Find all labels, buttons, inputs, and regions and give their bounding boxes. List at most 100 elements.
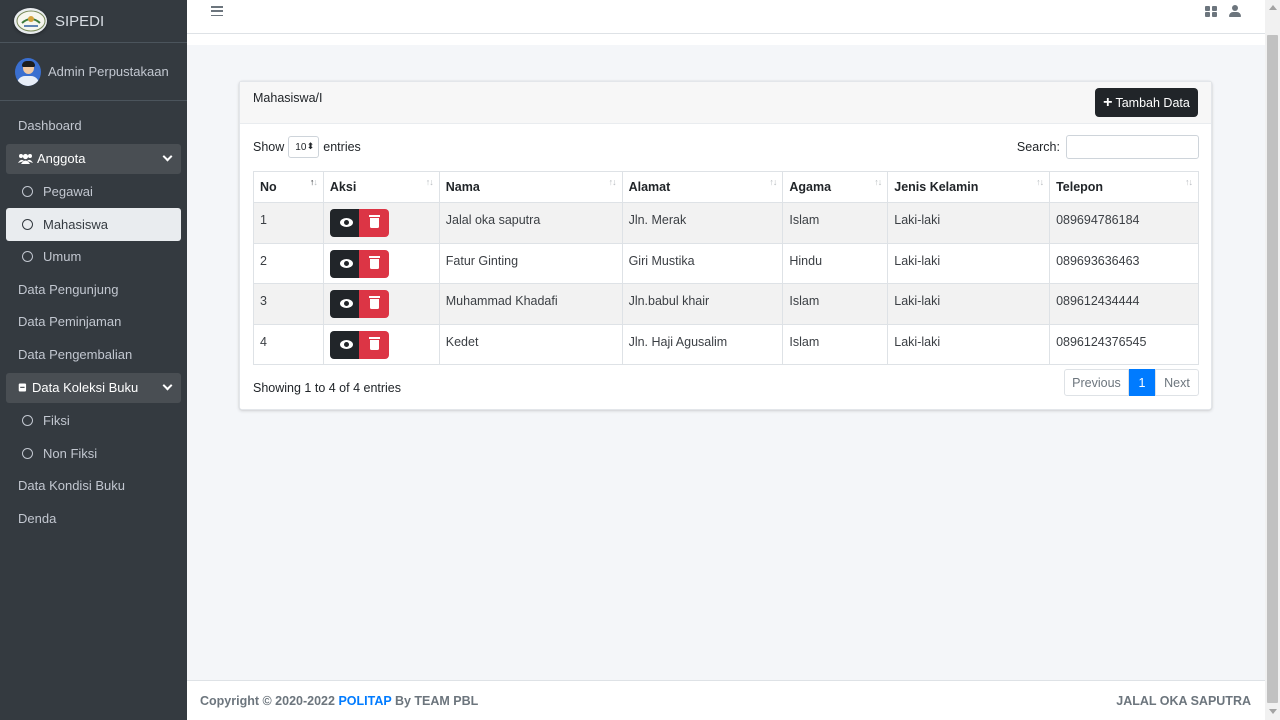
cell-telepon: 089694786184 [1049,202,1199,244]
user-panel[interactable]: Admin Perpustakaan [0,43,187,101]
view-button[interactable] [329,249,363,278]
sort-icon: ↑↓ [309,177,318,187]
circle-icon [22,186,33,198]
sort-icon: ↑↓ [1185,177,1193,187]
mahasiswa-card: Mahasiswa/I + Tambah Data Show 10 entrie… [239,81,1212,410]
cell-aksi [322,202,440,244]
sidebar-item-anggota[interactable]: Anggota [6,143,181,174]
users-icon [18,153,33,164]
brand-name: SIPEDI [55,12,105,30]
sidebar-item-data-peminjaman[interactable]: Data Peminjaman [6,306,181,339]
cell-telepon: 089612434444 [1049,283,1199,325]
entries-select[interactable]: 10 [288,136,320,158]
search-input[interactable] [1066,135,1199,159]
card-header: Mahasiswa/I + Tambah Data [240,82,1211,124]
cell-nama: Muhammad Khadafi [438,283,623,325]
sidebar-item-label: Data Kondisi Buku [18,478,125,494]
cell-aksi [322,283,440,325]
cell-jenis-kelamin: Laki-laki [887,202,1051,244]
sidebar-item-data-kondisi-buku[interactable]: Data Kondisi Buku [6,470,181,503]
cell-no: 4 [253,323,324,365]
col-header-no[interactable]: No ↑↓ [253,171,324,203]
sidebar-item-label: Pegawai [43,184,93,200]
footer: Copyright © 2020-2022 POLITAP By TEAM PB… [187,680,1265,720]
scroll-down-icon[interactable] [1269,709,1277,714]
sidebar-item-label: Data Koleksi Buku [32,380,139,395]
next-button[interactable]: Next [1155,369,1199,396]
by-text: By TEAM PBL [394,694,479,708]
cell-alamat: Jln. Merak [621,202,784,244]
topbar-spacer [187,34,1265,45]
col-header-agama[interactable]: Agama ↑↓ [782,171,889,203]
cell-jenis-kelamin: Laki-laki [887,323,1051,365]
page-1-button[interactable]: 1 [1129,369,1155,396]
sidebar-item-denda[interactable]: Denda [6,502,181,535]
sidebar-item-mahasiswa[interactable]: Mahasiswa [6,208,181,241]
col-header-nama[interactable]: Nama ↑↓ [438,171,623,203]
circle-icon [22,447,33,459]
col-header-telepon[interactable]: Telepon ↑↓ [1049,171,1199,203]
eye-icon [339,258,353,268]
sidebar-item-non-fiksi[interactable]: Non Fiksi [6,437,181,470]
col-header-jenis-kelamin[interactable]: Jenis Kelamin ↑↓ [887,171,1051,203]
sidebar-item-dashboard[interactable]: Dashboard [6,109,181,142]
sidebar-item-umum[interactable]: Umum [6,241,181,274]
delete-button[interactable] [358,209,389,237]
circle-icon [22,251,33,263]
view-button[interactable] [329,209,363,237]
delete-button[interactable] [358,330,389,359]
tambah-data-label: Tambah Data [1115,95,1190,110]
sidebar-item-fiksi[interactable]: Fiksi [6,405,181,438]
table-row: 2 Fatur Ginting Giri Mustika Hindu Laki-… [253,242,1199,284]
sidebar-item-label: Fiksi [43,413,70,429]
table-row: 3 Muhammad Khadafi Jln.babul khair Islam… [253,283,1199,325]
copyright: Copyright © 2020-2022 POLITAP By TEAM PB… [200,694,478,708]
sidebar-item-label: Mahasiswa [43,216,109,232]
delete-button[interactable] [358,249,389,278]
view-button[interactable] [329,290,363,318]
cell-no: 3 [253,283,324,325]
sidebar-item-label: Umum [43,249,82,265]
col-header-aksi[interactable]: Aksi ↑↓ [322,171,440,203]
col-header-alamat[interactable]: Alamat ↑↓ [621,171,784,203]
trash-icon [368,215,380,228]
page-scrollbar[interactable] [1265,0,1280,720]
view-button[interactable] [329,330,363,359]
sort-icon: ↑↓ [608,177,617,187]
chevron-down-icon [162,380,173,390]
sort-icon: ↑↓ [769,177,777,187]
menu-toggle-icon[interactable] [211,6,223,17]
previous-button[interactable]: Previous [1064,369,1129,396]
cell-no: 2 [253,242,324,284]
sidebar-item-label: Data Peminjaman [18,314,122,330]
brand-logo [14,8,47,34]
sidebar-item-label: Data Pengunjung [18,281,119,297]
sidebar-item-pegawai[interactable]: Pegawai [6,176,181,209]
grid-icon[interactable] [1205,6,1217,17]
cell-jenis-kelamin: Laki-laki [887,283,1051,325]
user-name: Admin Perpustakaan [48,64,169,79]
scroll-up-icon[interactable] [1269,5,1277,10]
cell-alamat: Jln.babul khair [621,283,784,325]
table-row: 4 Kedet Jln. Haji Agusalim Islam Laki-la… [253,323,1199,365]
plus-icon: + [1103,93,1113,111]
eye-icon [339,218,353,227]
brand-link[interactable]: SIPEDI [0,0,187,43]
cell-alamat: Giri Mustika [621,242,784,284]
cell-aksi [322,242,440,284]
cell-alamat: Jln. Haji Agusalim [621,323,784,365]
sidebar-item-data-pengembalian[interactable]: Data Pengembalian [6,338,181,371]
cell-nama: Fatur Ginting [438,242,623,284]
user-icon[interactable] [1229,5,1241,17]
tambah-data-button[interactable]: + Tambah Data [1095,88,1198,117]
politap-link[interactable]: POLITAP [338,694,391,708]
scroll-thumb[interactable] [1267,35,1278,703]
sidebar-item-data-pengunjung[interactable]: Data Pengunjung [6,273,181,306]
sidebar-nav: Dashboard Anggota Pegawai Mahasiswa Umum… [0,101,187,535]
entries-length: Show 10 entries [253,136,361,158]
card-title: Mahasiswa/I [253,91,323,105]
trash-icon [368,255,380,269]
sidebar-item-data-koleksi-buku[interactable]: Data Koleksi Buku [6,372,181,403]
cell-agama: Islam [782,202,889,244]
delete-button[interactable] [358,290,389,318]
